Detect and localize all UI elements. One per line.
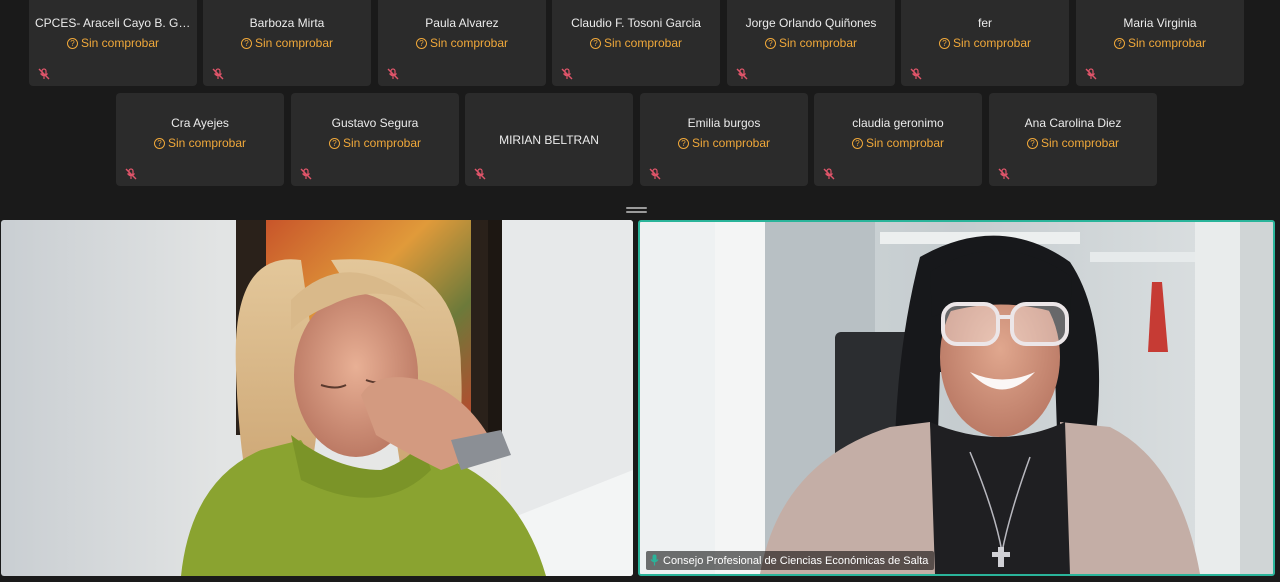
- participant-name: Ana Carolina Diez: [1024, 116, 1122, 130]
- participant-tile[interactable]: Claudio F. Tosoni Garcia ? Sin comprobar: [552, 0, 720, 86]
- participant-name: MIRIAN BELTRAN: [499, 133, 599, 147]
- participant-name: Gustavo Segura: [331, 116, 419, 130]
- mic-muted-icon: [474, 168, 486, 180]
- participant-tile[interactable]: Barboza Mirta ? Sin comprobar: [203, 0, 371, 86]
- participant-status: ? Sin comprobar: [552, 36, 720, 50]
- participant-name: CPCES- Araceli Cayo B. Gon...: [35, 16, 191, 30]
- participant-tile[interactable]: fer ? Sin comprobar: [901, 0, 1069, 86]
- question-circle-icon: ?: [1026, 138, 1038, 149]
- participant-name: Paula Alvarez: [425, 16, 499, 30]
- participant-tile[interactable]: Cra Ayejes ? Sin comprobar: [116, 93, 284, 186]
- video-feed-left[interactable]: [1, 220, 633, 576]
- video-feed-right-active[interactable]: Consejo Profesional de Ciencias Económic…: [638, 220, 1275, 576]
- participant-status: ? Sin comprobar: [378, 36, 546, 50]
- participant-name: Emilia burgos: [687, 116, 761, 130]
- mic-on-icon: [650, 554, 659, 566]
- mic-muted-icon: [387, 68, 399, 80]
- participant-status: ? Sin comprobar: [640, 136, 808, 150]
- participant-status: ? Sin comprobar: [1076, 36, 1244, 50]
- question-circle-icon: ?: [764, 38, 776, 49]
- participant-tile[interactable]: CPCES- Araceli Cayo B. Gon... ? Sin compr…: [29, 0, 197, 86]
- mic-muted-icon: [736, 68, 748, 80]
- question-circle-icon: ?: [153, 138, 165, 149]
- mic-muted-icon: [910, 68, 922, 80]
- participant-name: Maria Virginia: [1123, 16, 1197, 30]
- mic-muted-icon: [1085, 68, 1097, 80]
- participant-name: Claudio F. Tosoni Garcia: [571, 16, 701, 30]
- participant-status: ? Sin comprobar: [989, 136, 1157, 150]
- participant-status: ? Sin comprobar: [727, 36, 895, 50]
- video-frame-right: [640, 222, 1273, 574]
- participant-status: ? Sin comprobar: [291, 136, 459, 150]
- participant-tile[interactable]: Maria Virginia ? Sin comprobar: [1076, 0, 1244, 86]
- question-circle-icon: ?: [240, 38, 252, 49]
- participant-tile[interactable]: Gustavo Segura ? Sin comprobar: [291, 93, 459, 186]
- participant-name: Jorge Orlando Quiñones: [745, 16, 877, 30]
- mic-muted-icon: [300, 168, 312, 180]
- mic-muted-icon: [998, 168, 1010, 180]
- participant-tile[interactable]: Jorge Orlando Quiñones ? Sin comprobar: [727, 0, 895, 86]
- mic-muted-icon: [561, 68, 573, 80]
- question-circle-icon: ?: [851, 138, 863, 149]
- participant-name: Cra Ayejes: [171, 116, 229, 130]
- participant-name: fer: [977, 16, 992, 30]
- participant-status: ? Sin comprobar: [29, 36, 197, 50]
- participant-status: ? Sin comprobar: [116, 136, 284, 150]
- participant-tile[interactable]: Paula Alvarez ? Sin comprobar: [378, 0, 546, 86]
- video-frame-left: [1, 220, 633, 576]
- question-circle-icon: ?: [589, 38, 601, 49]
- participant-name: claudia geronimo: [852, 116, 944, 130]
- question-circle-icon: ?: [677, 138, 689, 149]
- participant-tile[interactable]: MIRIAN BELTRAN: [465, 93, 633, 186]
- speaker-name: Consejo Profesional de Ciencias Económic…: [663, 555, 929, 567]
- question-circle-icon: ?: [1113, 38, 1125, 49]
- mic-muted-icon: [212, 68, 224, 80]
- speaker-name-tag: Consejo Profesional de Ciencias Económic…: [646, 551, 935, 570]
- question-circle-icon: ?: [415, 38, 427, 49]
- question-circle-icon: ?: [66, 38, 78, 49]
- participant-name: Barboza Mirta: [249, 16, 325, 30]
- participant-tile[interactable]: Ana Carolina Diez ? Sin comprobar: [989, 93, 1157, 186]
- mic-muted-icon: [38, 68, 50, 80]
- participant-tile[interactable]: Emilia burgos ? Sin comprobar: [640, 93, 808, 186]
- participant-status: ? Sin comprobar: [203, 36, 371, 50]
- mic-muted-icon: [823, 168, 835, 180]
- participant-tile[interactable]: claudia geronimo ? Sin comprobar: [814, 93, 982, 186]
- question-circle-icon: ?: [938, 38, 950, 49]
- participant-status: ? Sin comprobar: [814, 136, 982, 150]
- question-circle-icon: ?: [328, 138, 340, 149]
- participant-status: ? Sin comprobar: [901, 36, 1069, 50]
- mic-muted-icon: [125, 168, 137, 180]
- mic-muted-icon: [649, 168, 661, 180]
- resize-handle[interactable]: [626, 207, 647, 213]
